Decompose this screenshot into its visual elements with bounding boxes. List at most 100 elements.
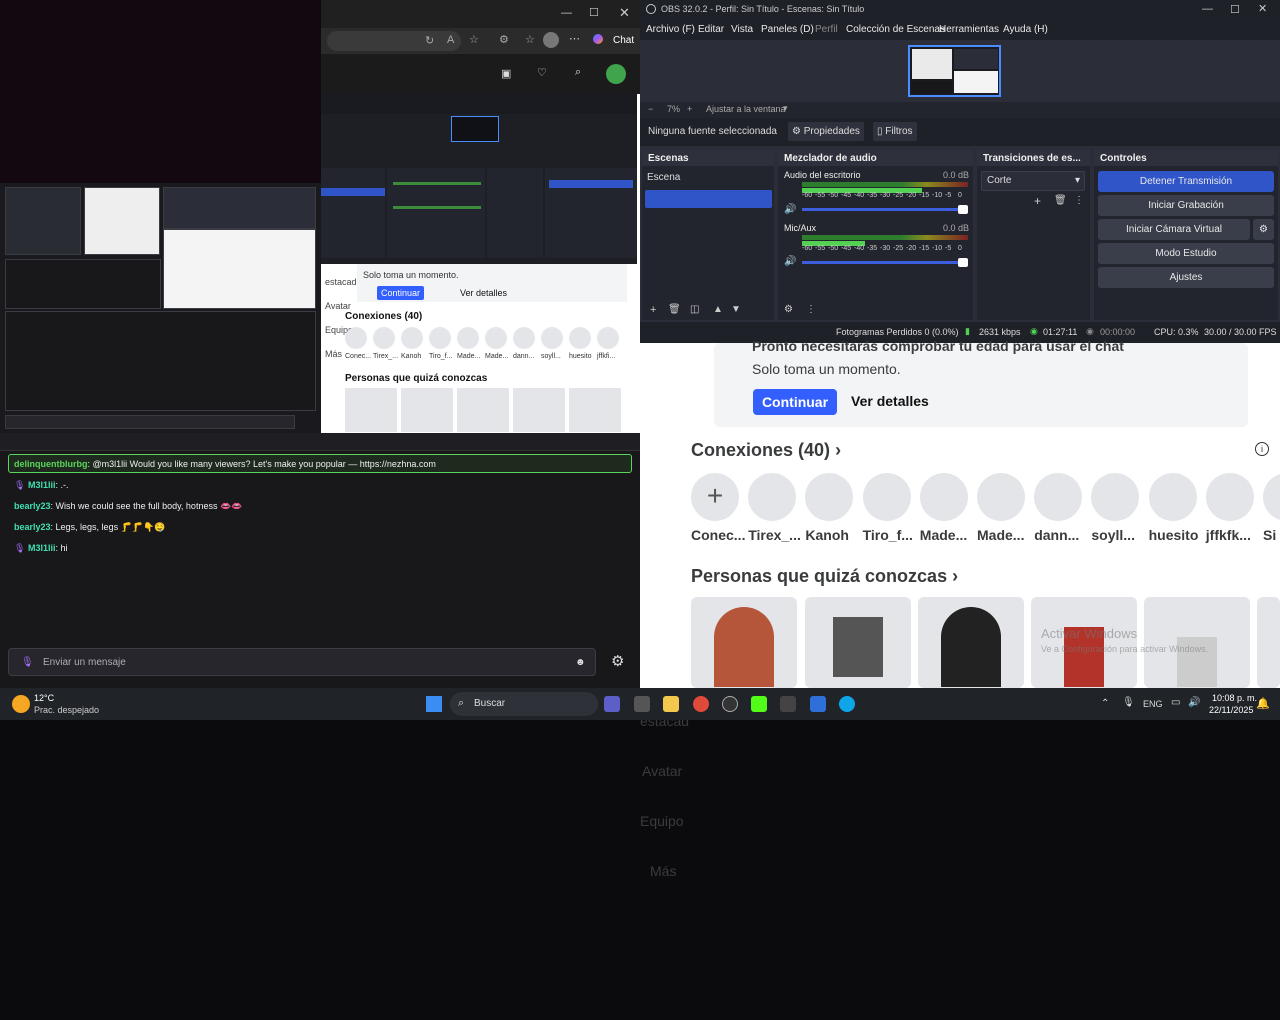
small-friend-avatar[interactable]	[597, 327, 619, 349]
zoom-out-icon[interactable]: −	[648, 104, 653, 114]
move-up-icon[interactable]: ▲	[713, 304, 723, 315]
collections-icon[interactable]: ☆	[525, 33, 535, 46]
favorite-icon[interactable]: ☆	[469, 33, 479, 46]
close-icon[interactable]: ✕	[619, 5, 630, 21]
menu-docks[interactable]: Paneles (D)	[761, 24, 814, 35]
volume-icon[interactable]: 🔊	[784, 204, 796, 215]
connections-heading[interactable]: Conexiones (40) ›	[691, 440, 841, 461]
chat-input[interactable]: 🎙 Enviar un mensaje ☻	[8, 648, 596, 676]
small-friend-name[interactable]: huesito	[569, 353, 592, 360]
chat-username[interactable]: M3l1lii	[28, 480, 56, 490]
friend-name[interactable]: Tiro_f...	[863, 527, 913, 543]
maximize-icon[interactable]: ☐	[1230, 3, 1240, 16]
person-card[interactable]	[691, 597, 797, 688]
small-nav-home[interactable]: estacad	[325, 270, 357, 294]
edge-icon[interactable]	[839, 696, 855, 712]
nav-team[interactable]: Equipo	[640, 813, 684, 829]
menu-tools[interactable]: Herramientas	[939, 24, 999, 35]
clock-time[interactable]: 10:08 p. m.	[1212, 693, 1257, 703]
trade-icon[interactable]: ▣	[501, 67, 511, 80]
search-icon[interactable]: ⌕	[575, 66, 581, 79]
weather-temp[interactable]: 12°C	[34, 693, 54, 703]
notification-icon[interactable]: 🔔	[1256, 697, 1270, 710]
small-friend-name[interactable]: Tirex_...	[373, 353, 398, 360]
small-friend-avatar[interactable]	[569, 327, 591, 349]
friend-avatar[interactable]	[1205, 473, 1254, 521]
friend-name[interactable]: jffkfk...	[1206, 527, 1251, 543]
small-nav-team[interactable]: Equipo	[325, 318, 353, 342]
mic-volume-handle[interactable]	[958, 258, 968, 267]
small-connections-title[interactable]: Conexiones (40)	[345, 311, 422, 322]
teams-icon[interactable]	[604, 696, 620, 712]
mixer-settings-icon[interactable]: ⚙	[784, 304, 793, 315]
small-friend-avatar[interactable]	[401, 327, 423, 349]
nav-more[interactable]: Más	[650, 863, 676, 879]
scene-selected[interactable]	[645, 190, 772, 208]
weather-icon[interactable]	[12, 695, 30, 713]
friend-name[interactable]: Kanoh	[805, 527, 849, 543]
tray-chevron-icon[interactable]: ⌃	[1101, 698, 1109, 709]
settings-icon[interactable]: ⚙	[611, 652, 624, 670]
filters-button[interactable]: ▯ Filtros	[873, 122, 917, 141]
studio-mode-button[interactable]: Modo Estudio	[1098, 243, 1274, 264]
friend-avatar[interactable]	[1148, 473, 1197, 521]
maximize-icon[interactable]: ☐	[589, 6, 599, 19]
small-person-card[interactable]	[457, 388, 509, 432]
friend-name[interactable]: Made...	[977, 527, 1024, 543]
address-bar[interactable]	[327, 31, 461, 51]
small-friend-name[interactable]: Made...	[457, 353, 480, 360]
gmail-icon[interactable]	[780, 696, 796, 712]
small-person-card[interactable]	[513, 388, 565, 432]
menu-help[interactable]: Ayuda (H)	[1003, 24, 1048, 35]
info-icon[interactable]: i	[1255, 442, 1269, 456]
transition-select[interactable]: Corte ▾	[981, 171, 1085, 191]
small-friend-avatar[interactable]	[513, 327, 535, 349]
person-card[interactable]	[1031, 597, 1137, 688]
refresh-icon[interactable]: ↻	[425, 34, 434, 47]
stop-stream-button[interactable]: Detener Transmisión	[1098, 171, 1274, 192]
small-add-connection[interactable]	[345, 327, 367, 349]
app-icon[interactable]	[810, 696, 826, 712]
mixer-menu-icon[interactable]: ⋮	[806, 304, 816, 315]
menu-file[interactable]: Archivo (F)	[646, 24, 695, 35]
nav-avatar[interactable]: Avatar	[642, 763, 682, 779]
transition-menu-icon[interactable]: ⋮	[1074, 195, 1084, 206]
scene-filter-icon[interactable]: ◫	[690, 304, 699, 315]
small-nav-avatar[interactable]: Avatar	[325, 294, 351, 318]
friend-avatar[interactable]	[977, 473, 1025, 521]
preview-canvas[interactable]	[908, 45, 1001, 97]
menu-scene-collection[interactable]: Colección de Escenas	[846, 24, 945, 35]
continue-button[interactable]: Continuar	[753, 389, 837, 415]
fit-window-select[interactable]: Ajustar a la ventana	[706, 104, 786, 114]
small-person-card[interactable]	[401, 388, 453, 432]
friend-name[interactable]: Tirex_...	[748, 527, 801, 543]
shield-icon[interactable]: ♡	[537, 66, 547, 79]
friend-avatar[interactable]	[862, 473, 911, 521]
friend-name[interactable]: Conec...	[691, 527, 745, 543]
small-friend-avatar[interactable]	[485, 327, 507, 349]
volume-icon[interactable]: 🔊	[784, 256, 796, 267]
zoom-in-icon[interactable]: +	[687, 104, 692, 114]
menu-edit[interactable]: Editar	[698, 24, 724, 35]
minimize-icon[interactable]: —	[561, 7, 572, 19]
emote-icon[interactable]: ☻	[575, 657, 586, 668]
small-friend-avatar[interactable]	[429, 327, 451, 349]
person-card[interactable]	[918, 597, 1024, 688]
small-person-card[interactable]	[345, 388, 397, 432]
small-person-card[interactable]	[569, 388, 621, 432]
small-friend-avatar[interactable]	[373, 327, 395, 349]
copilot-label[interactable]: Chat	[613, 35, 634, 46]
small-friend-name[interactable]: Made...	[485, 353, 508, 360]
small-friend-name[interactable]: Tiro_f...	[429, 353, 452, 360]
small-continue-button[interactable]: Continuar	[377, 286, 425, 300]
person-card[interactable]	[1257, 597, 1280, 688]
friend-avatar[interactable]	[919, 473, 968, 521]
menu-view[interactable]: Vista	[731, 24, 753, 35]
language-indicator[interactable]: ENG	[1143, 699, 1163, 709]
vcam-settings-icon[interactable]: ⚙	[1253, 219, 1274, 240]
remove-scene-icon[interactable]: 🗑	[668, 304, 681, 315]
person-card[interactable]	[1144, 597, 1250, 688]
small-friend-name[interactable]: dann...	[513, 353, 534, 360]
chat-username[interactable]: bearly23	[14, 501, 51, 511]
desktop-volume-slider[interactable]	[802, 208, 968, 211]
